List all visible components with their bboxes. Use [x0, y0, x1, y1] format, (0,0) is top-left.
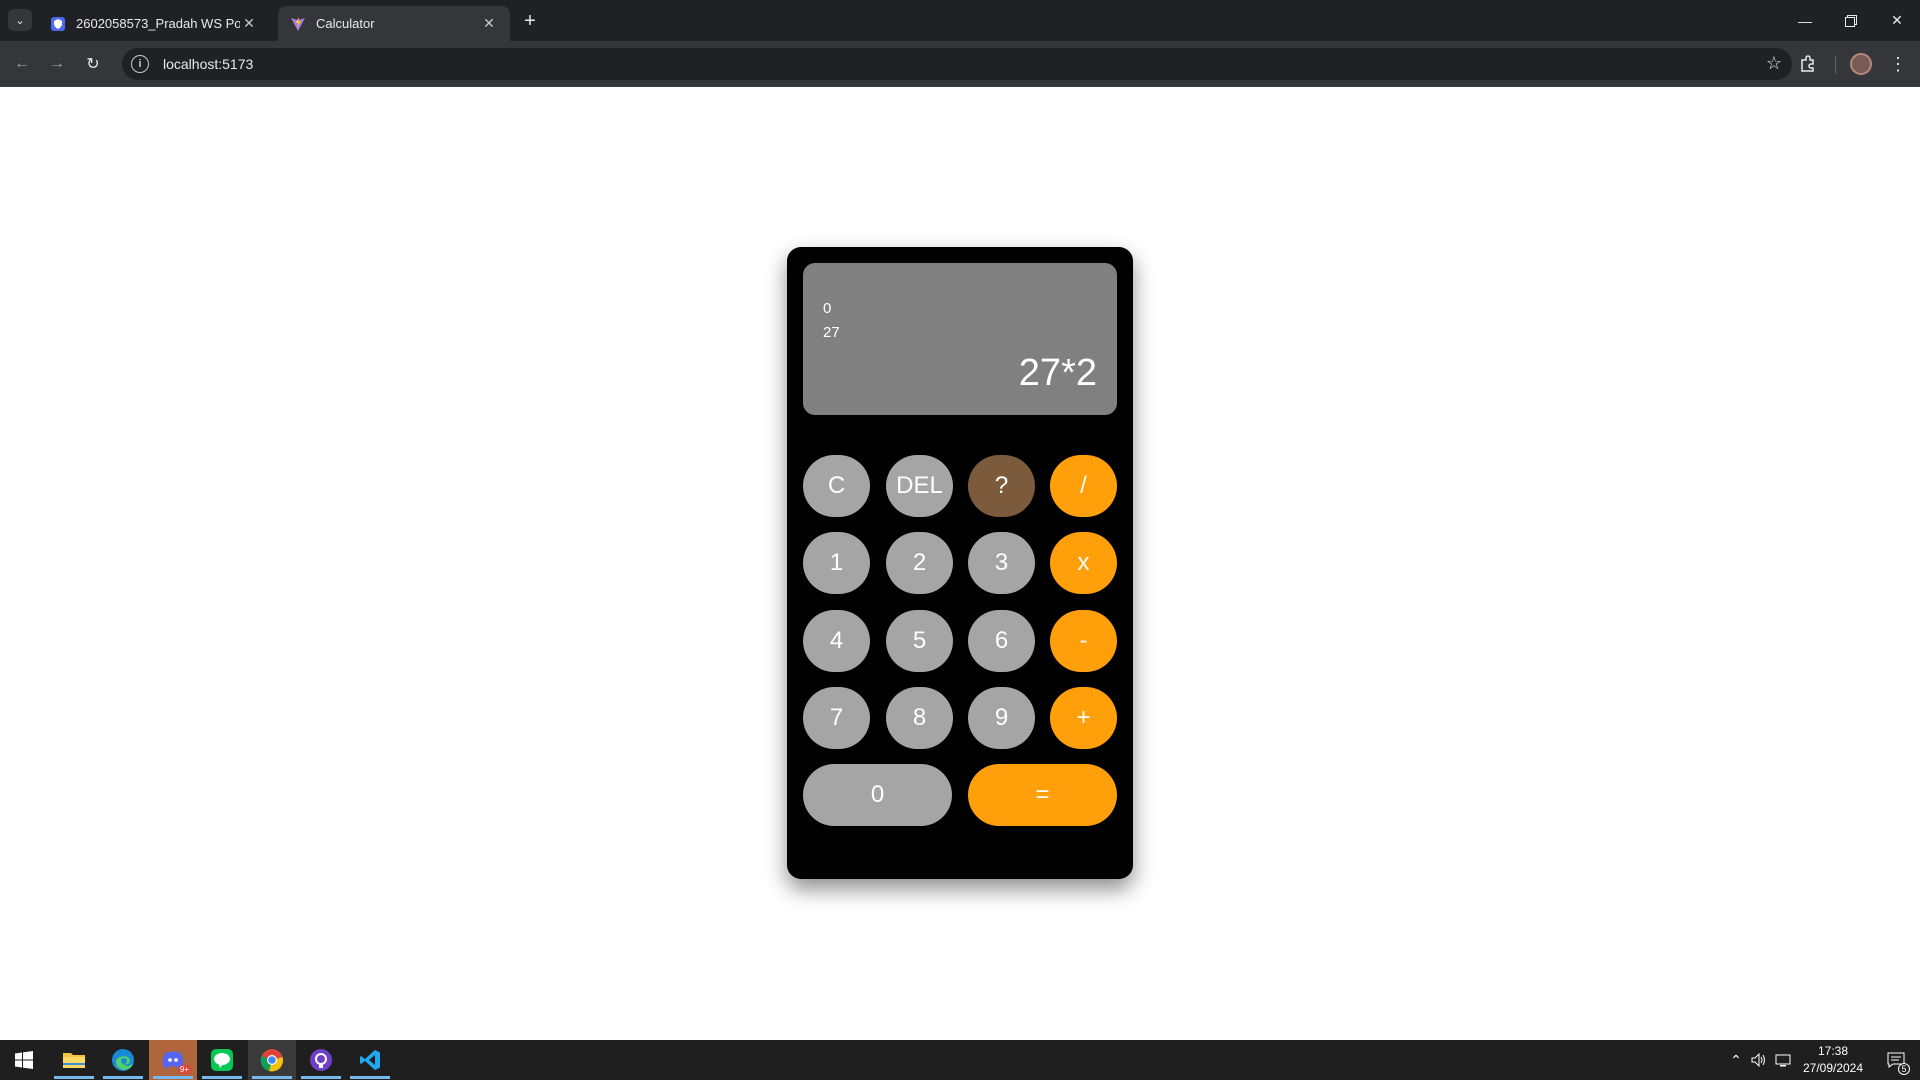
- browser-tab-strip: ⌄ 2602058573_Pradah WS Portofolio ✕ Calc…: [0, 0, 1920, 41]
- equals-button[interactable]: =: [968, 764, 1117, 826]
- unknown-button[interactable]: ?: [968, 455, 1035, 517]
- reload-icon: ↻: [86, 56, 100, 73]
- notification-count: 5: [1898, 1063, 1910, 1075]
- tab-portfolio[interactable]: 2602058573_Pradah WS Portofolio ✕: [38, 6, 270, 41]
- digit-1-button[interactable]: 1: [803, 532, 870, 594]
- start-button[interactable]: [0, 1040, 48, 1080]
- current-expression: 27*2: [1018, 352, 1097, 394]
- multiply-button[interactable]: x: [1050, 532, 1117, 594]
- plus-icon: +: [524, 9, 536, 32]
- digit-6-button[interactable]: 6: [968, 610, 1035, 672]
- digit-3-button[interactable]: 3: [968, 532, 1035, 594]
- history-line: 27: [823, 324, 840, 341]
- close-tab-icon[interactable]: ✕: [240, 15, 258, 32]
- avatar: [1850, 53, 1872, 75]
- taskbar-discord[interactable]: 9+: [149, 1040, 197, 1080]
- digit-8-button[interactable]: 8: [886, 687, 953, 749]
- notification-badge: 9+: [177, 1065, 191, 1074]
- volume-button[interactable]: [1748, 1040, 1770, 1080]
- url-text[interactable]: localhost:5173: [163, 56, 253, 72]
- subtract-button[interactable]: -: [1050, 610, 1117, 672]
- digit-2-button[interactable]: 2: [886, 532, 953, 594]
- add-button[interactable]: +: [1050, 687, 1117, 749]
- github-icon: [310, 1049, 332, 1071]
- clear-button[interactable]: C: [803, 455, 870, 517]
- taskbar-vscode[interactable]: [346, 1040, 394, 1080]
- vscode-icon: [360, 1050, 380, 1070]
- vite-favicon-icon: [291, 16, 305, 31]
- delete-button[interactable]: DEL: [886, 455, 953, 517]
- divide-button[interactable]: /: [1050, 455, 1117, 517]
- browser-menu-button[interactable]: ⋮: [1885, 51, 1911, 77]
- clock-time: 17:38: [1817, 1044, 1849, 1058]
- minimize-button[interactable]: —: [1782, 0, 1828, 41]
- close-window-button[interactable]: ✕: [1874, 0, 1920, 41]
- show-hidden-icons-button[interactable]: ⌃: [1726, 1040, 1746, 1080]
- taskbar-edge[interactable]: [99, 1040, 147, 1080]
- digit-7-button[interactable]: 7: [803, 687, 870, 749]
- line-chat-icon: [211, 1049, 233, 1071]
- restore-button[interactable]: [1828, 0, 1874, 41]
- minimize-icon: —: [1798, 12, 1812, 29]
- chevron-up-icon: ⌃: [1730, 1051, 1742, 1068]
- calculator-display: 0 27 27*2: [803, 263, 1117, 415]
- address-bar[interactable]: i localhost:5173 ☆: [122, 48, 1792, 80]
- new-tab-button[interactable]: +: [518, 9, 542, 33]
- tab-title: Calculator: [316, 16, 375, 31]
- taskbar-file-explorer[interactable]: [50, 1040, 98, 1080]
- chevron-down-icon: ⌄: [15, 14, 25, 27]
- digit-4-button[interactable]: 4: [803, 610, 870, 672]
- toolbar-separator: [1835, 56, 1836, 74]
- digit-0-button[interactable]: 0: [803, 764, 952, 826]
- arrow-right-icon: →: [49, 55, 65, 72]
- taskbar-line[interactable]: [198, 1040, 246, 1080]
- windows-logo-icon: [15, 1051, 33, 1069]
- shield-favicon-icon: [51, 16, 65, 31]
- edge-browser-icon: [112, 1049, 134, 1071]
- bookmark-star-icon[interactable]: ☆: [1766, 53, 1782, 74]
- extensions-button[interactable]: [1795, 51, 1821, 77]
- history-line: 0: [823, 300, 832, 317]
- close-icon: ✕: [1891, 12, 1903, 28]
- back-button[interactable]: ←: [9, 51, 35, 77]
- tab-calculator[interactable]: Calculator ✕: [278, 6, 510, 41]
- folder-icon: [63, 1053, 85, 1068]
- windows-taskbar: 9+ ⌃ 17:38 27/09/2024 5: [0, 1040, 1920, 1080]
- clock-date: 27/09/2024: [1802, 1061, 1864, 1075]
- digit-5-button[interactable]: 5: [886, 610, 953, 672]
- calculator: 0 27 27*2 C DEL ? / 1 2 3 x 4 5 6 - 7 8 …: [787, 247, 1133, 879]
- close-tab-icon[interactable]: ✕: [480, 15, 498, 32]
- arrow-left-icon: ←: [14, 55, 30, 72]
- tab-search-button[interactable]: ⌄: [8, 9, 32, 31]
- reload-button[interactable]: ↻: [80, 51, 106, 77]
- speaker-icon: [1751, 1053, 1765, 1067]
- taskbar-clock[interactable]: 17:38 27/09/2024: [1788, 1043, 1878, 1077]
- site-info-icon[interactable]: i: [131, 55, 149, 73]
- browser-toolbar: ← → ↻ i localhost:5173 ☆ ⋮: [0, 41, 1920, 87]
- puzzle-icon: [1801, 55, 1814, 72]
- taskbar-github-desktop[interactable]: [297, 1040, 345, 1080]
- notification-center-button[interactable]: 5: [1878, 1040, 1914, 1080]
- tab-title: 2602058573_Pradah WS Portofolio: [76, 16, 240, 31]
- restore-icon: [1845, 14, 1857, 27]
- profile-button[interactable]: [1848, 51, 1874, 77]
- digit-9-button[interactable]: 9: [968, 687, 1035, 749]
- chrome-icon: [260, 1049, 284, 1072]
- taskbar-chrome[interactable]: [248, 1040, 296, 1080]
- forward-button[interactable]: →: [44, 51, 70, 77]
- kebab-menu-icon: ⋮: [1889, 53, 1907, 74]
